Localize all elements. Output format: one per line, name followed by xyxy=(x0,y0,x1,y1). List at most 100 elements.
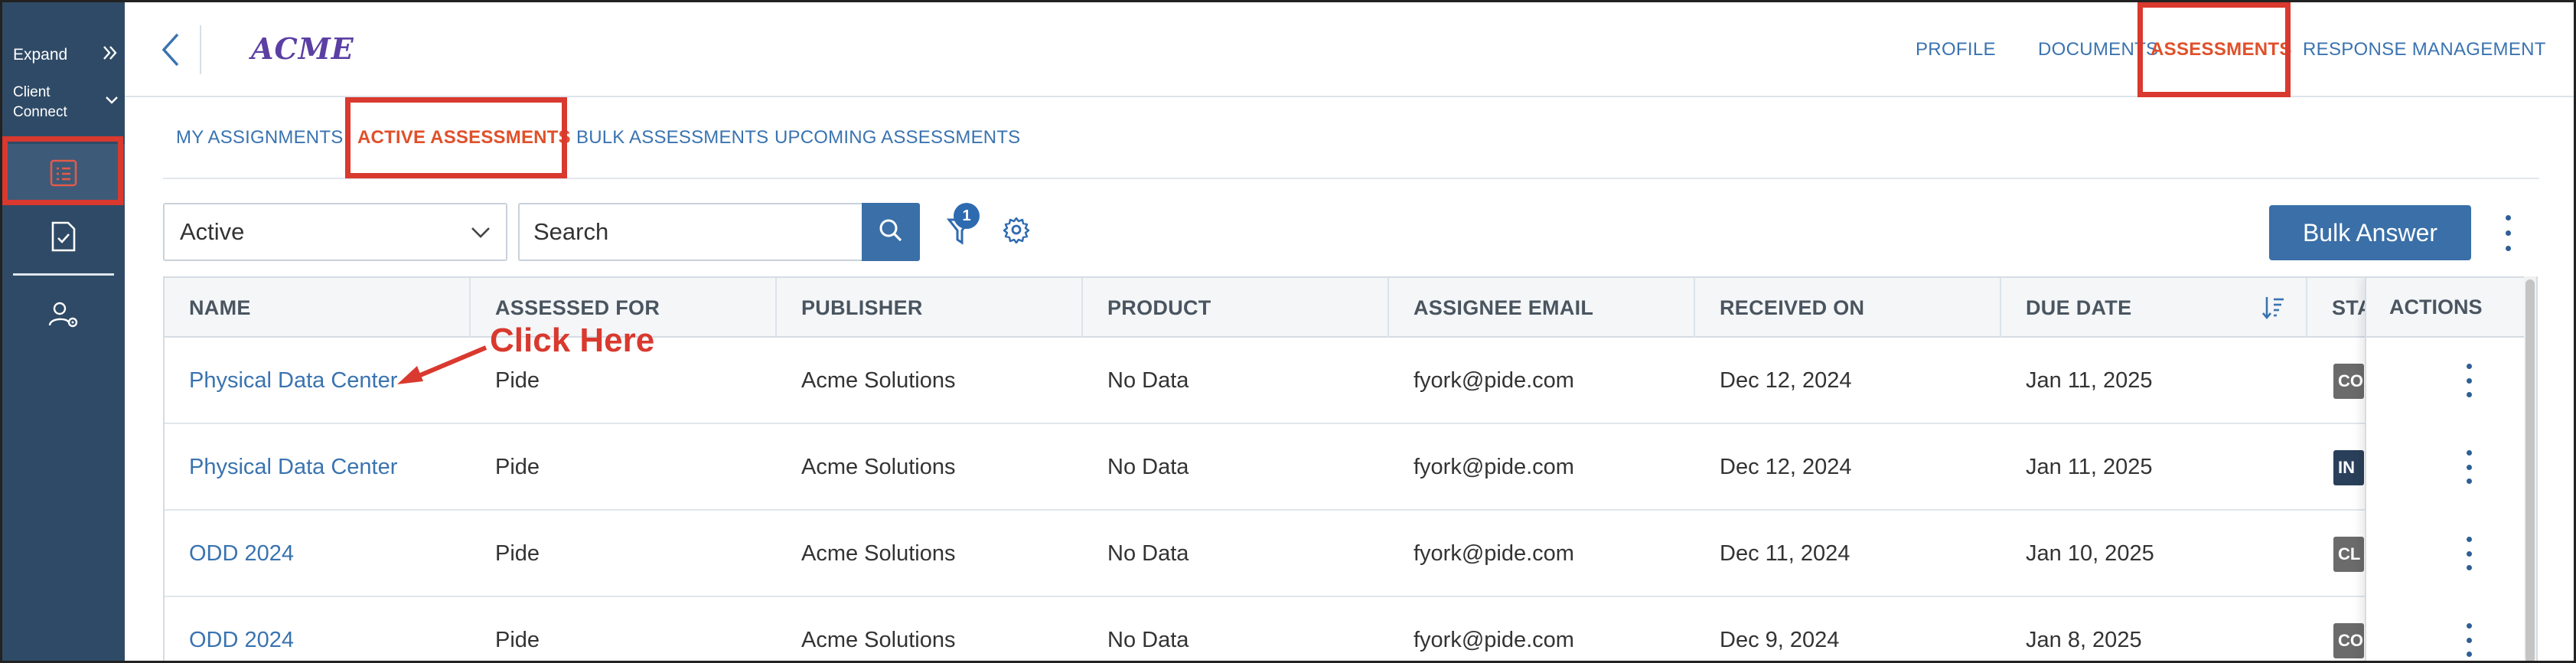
sidebar-expand-button[interactable]: Expand xyxy=(13,42,120,68)
tab-my-assignments[interactable]: MY ASSIGNMENTS xyxy=(176,97,343,178)
cell-assignee-email: fyork@pide.com xyxy=(1414,455,1574,479)
cell-assessed-for: Pide xyxy=(495,541,540,566)
cell-received-on: Dec 12, 2024 xyxy=(1720,455,1852,479)
cell-product: No Data xyxy=(1107,368,1189,393)
column-header-received-on[interactable]: RECEIVED ON xyxy=(1695,278,2001,338)
search-input[interactable] xyxy=(518,203,862,261)
expand-label: Expand xyxy=(13,46,68,64)
cell-due-date: Jan 8, 2025 xyxy=(2026,628,2142,652)
row-actions-button[interactable] xyxy=(2461,623,2477,657)
cell-product: No Data xyxy=(1107,455,1189,479)
column-header-name[interactable]: NAME xyxy=(165,278,471,338)
tab-upcoming-assessments[interactable]: UPCOMING ASSESSMENTS xyxy=(774,97,1020,178)
nav-response-management[interactable]: RESPONSE MANAGEMENT xyxy=(2303,2,2546,97)
tab-bulk-assessments[interactable]: BULK ASSESSMENTS xyxy=(576,97,768,178)
document-check-icon xyxy=(48,220,79,257)
sidebar-item-tasks[interactable] xyxy=(2,207,125,269)
assessment-name-link[interactable]: ODD 2024 xyxy=(165,511,471,597)
sidebar-divider xyxy=(13,273,114,276)
gear-icon xyxy=(1003,216,1030,247)
cell-assignee-email: fyork@pide.com xyxy=(1414,628,1574,652)
status-badge: CO xyxy=(2333,364,2364,399)
table-scrollbar-thumb[interactable] xyxy=(2525,279,2535,663)
double-chevron-right-icon xyxy=(100,43,120,67)
cell-product: No Data xyxy=(1107,541,1189,566)
search-icon xyxy=(878,217,904,247)
cell-assignee-email: fyork@pide.com xyxy=(1414,541,1574,566)
cell-assessed-for: Pide xyxy=(495,455,540,479)
tab-active-assessments[interactable]: ACTIVE ASSESSMENTS xyxy=(357,97,571,178)
user-gear-icon xyxy=(47,299,80,334)
table-row: Physical Data Center Pide Acme Solutions… xyxy=(165,424,2536,511)
kebab-dot xyxy=(2466,450,2472,456)
sidebar-item-assessments[interactable] xyxy=(2,144,125,205)
column-header-status[interactable]: STA xyxy=(2307,278,2369,338)
back-button[interactable] xyxy=(155,28,186,71)
cell-product: No Data xyxy=(1107,628,1189,652)
nav-assessments[interactable]: ASSESSMENTS xyxy=(2150,2,2292,97)
status-select-value: Active xyxy=(180,218,245,245)
kebab-dot xyxy=(2466,652,2472,657)
cell-publisher: Acme Solutions xyxy=(801,628,956,652)
subtabs-divider xyxy=(163,178,2539,179)
cell-due-date: Jan 11, 2025 xyxy=(2026,368,2153,393)
sidebar-item-user-settings[interactable] xyxy=(2,286,125,347)
actions-column: ACTIONS xyxy=(2365,278,2536,663)
filter-count-badge: 1 xyxy=(954,203,980,229)
client-connect-menu[interactable]: Client Connect xyxy=(13,79,120,126)
kebab-dot xyxy=(2466,377,2472,384)
sort-descending-icon[interactable] xyxy=(2261,295,2286,326)
column-header-actions: ACTIONS xyxy=(2366,278,2536,338)
kebab-dot xyxy=(2466,537,2472,542)
column-settings-button[interactable] xyxy=(999,214,1033,248)
status-badge: CO xyxy=(2333,623,2364,658)
assessment-name-link[interactable]: ODD 2024 xyxy=(165,597,471,663)
bulk-answer-button[interactable]: Bulk Answer xyxy=(2269,205,2471,260)
due-date-label: DUE DATE xyxy=(2026,296,2132,319)
kebab-dot xyxy=(2466,637,2472,643)
chevron-down-icon xyxy=(103,91,120,114)
kebab-dot xyxy=(2466,364,2472,369)
nav-documents[interactable]: DOCUMENTS xyxy=(2038,2,2158,97)
kebab-dot xyxy=(2505,230,2511,236)
acme-logo: ACME xyxy=(251,31,354,66)
row-actions-button[interactable] xyxy=(2461,537,2477,570)
cell-due-date: Jan 10, 2025 xyxy=(2026,541,2154,566)
assessment-name-link[interactable]: Physical Data Center xyxy=(165,424,471,511)
column-header-publisher[interactable]: PUBLISHER xyxy=(777,278,1083,338)
sub-tabs: MY ASSIGNMENTS ACTIVE ASSESSMENTS BULK A… xyxy=(125,97,2574,178)
kebab-dot xyxy=(2466,392,2472,397)
table-row: ODD 2024 Pide Acme Solutions No Data fyo… xyxy=(165,597,2536,663)
row-actions-button[interactable] xyxy=(2461,364,2477,397)
cell-publisher: Acme Solutions xyxy=(801,455,956,479)
client-connect-label: Client Connect xyxy=(13,84,67,120)
table-row: ODD 2024 Pide Acme Solutions No Data fyo… xyxy=(165,511,2536,597)
kebab-dot xyxy=(2505,245,2511,251)
cell-received-on: Dec 9, 2024 xyxy=(1720,628,1840,652)
cell-publisher: Acme Solutions xyxy=(801,541,956,566)
status-badge: IN xyxy=(2333,450,2364,485)
sidebar: Expand Client Connect xyxy=(2,2,125,661)
cell-due-date: Jan 11, 2025 xyxy=(2026,455,2153,479)
kebab-dot xyxy=(2466,623,2472,629)
search-button[interactable] xyxy=(862,203,920,261)
kebab-dot xyxy=(2466,464,2472,470)
kebab-dot xyxy=(2466,550,2472,557)
cell-publisher: Acme Solutions xyxy=(801,368,956,393)
kebab-dot xyxy=(2466,565,2472,570)
status-select[interactable]: Active xyxy=(163,203,507,261)
cell-received-on: Dec 12, 2024 xyxy=(1720,368,1852,393)
cell-assignee-email: fyork@pide.com xyxy=(1414,368,1574,393)
header-divider xyxy=(200,25,201,74)
cell-assessed-for: Pide xyxy=(495,628,540,652)
nav-profile[interactable]: PROFILE xyxy=(1916,2,1996,97)
column-header-due-date[interactable]: DUE DATE xyxy=(2001,278,2307,338)
kebab-dot xyxy=(2466,478,2472,484)
cell-received-on: Dec 11, 2024 xyxy=(1720,541,1850,566)
column-header-assignee-email[interactable]: ASSIGNEE EMAIL xyxy=(1389,278,1695,338)
status-badge: CL xyxy=(2333,537,2364,572)
row-actions-button[interactable] xyxy=(2461,450,2477,484)
column-header-product[interactable]: PRODUCT xyxy=(1083,278,1389,338)
annotation-arrow-icon xyxy=(397,345,487,384)
more-options-button[interactable] xyxy=(2496,210,2519,256)
